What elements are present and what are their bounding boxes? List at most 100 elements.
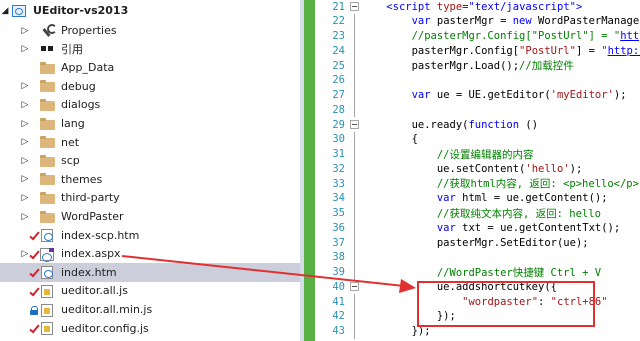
- code-line[interactable]: 33 //获取html内容, 返回: <p>hello</p>: [315, 176, 640, 191]
- tree-item[interactable]: ueditor.all.min.js: [0, 300, 300, 319]
- collapse-region-icon[interactable]: [349, 117, 361, 132]
- code-token: ue.setContent(: [361, 162, 526, 175]
- code-line[interactable]: 32 ue.setContent('hello');: [315, 161, 640, 177]
- code-line[interactable]: 39 //WordPaster快捷键 Ctrl + V: [315, 264, 640, 280]
- expand-arrow-icon[interactable]: ▷: [20, 156, 30, 166]
- tree-item[interactable]: ueditor.parse.js: [0, 337, 300, 341]
- tree-item[interactable]: ▷ WordPaster: [0, 207, 300, 226]
- folder-icon: [40, 117, 56, 131]
- fold-guide: [349, 264, 361, 280]
- tree-item-label: dialogs: [61, 98, 101, 112]
- tree-item[interactable]: ▷ debug: [0, 77, 300, 96]
- expand-arrow-icon[interactable]: ▷: [20, 100, 30, 110]
- code-token: pasterMgr.Config[: [361, 44, 520, 57]
- tree-item[interactable]: ▷ index.aspx: [0, 244, 300, 263]
- expand-arrow-icon[interactable]: ▷: [20, 119, 30, 129]
- folder-icon: [40, 154, 56, 168]
- line-number: 24: [332, 44, 345, 57]
- code-line[interactable]: 25 pasterMgr.Load();//加载控件: [315, 58, 640, 73]
- expand-arrow-icon[interactable]: ▷: [20, 26, 30, 36]
- line-number: 42: [332, 310, 345, 323]
- fold-guide: [349, 308, 361, 324]
- tree-item[interactable]: App_Data: [0, 58, 300, 77]
- tree-item[interactable]: ▷ lang: [0, 114, 300, 133]
- expand-arrow-icon[interactable]: ▷: [20, 193, 30, 203]
- tree-item[interactable]: index.htm: [0, 262, 300, 282]
- expand-arrow-icon[interactable]: ▷: [20, 212, 30, 222]
- tree-item[interactable]: index-scp.htm: [0, 226, 300, 245]
- tree-item[interactable]: ▷ scp: [0, 151, 300, 170]
- code-line[interactable]: 29 ue.ready(function (): [315, 117, 640, 132]
- code-token: http://lo: [607, 44, 640, 57]
- expand-arrow-icon[interactable]: ▷: [20, 44, 30, 54]
- expand-arrow-icon[interactable]: ▷: [20, 137, 30, 147]
- code-line[interactable]: 21 <script type="text/javascript">: [315, 0, 640, 14]
- tree-item-label: index.htm: [61, 265, 117, 279]
- tree-item-label: WordPaster: [61, 210, 124, 223]
- collapse-region-icon[interactable]: [349, 0, 361, 14]
- pending-change-check-icon: [30, 248, 39, 260]
- project-label: UEditor-vs2013: [33, 4, 129, 17]
- code-line[interactable]: 22 var pasterMgr = new WordPasterManager…: [315, 13, 640, 29]
- tree-item-label: third-party: [61, 191, 120, 205]
- tree-item[interactable]: ueditor.config.js: [0, 319, 300, 338]
- line-number: 33: [332, 177, 345, 190]
- code-line[interactable]: 30 {: [315, 131, 640, 147]
- code-token: var: [436, 192, 456, 205]
- expand-arrow-icon[interactable]: ▷: [20, 249, 30, 259]
- code-line[interactable]: 24 pasterMgr.Config["PostUrl"] = "http:/…: [315, 43, 640, 59]
- code-line[interactable]: 37 pasterMgr.SetEditor(ue);: [315, 235, 640, 250]
- tree-item[interactable]: ▷ third-party: [0, 188, 300, 207]
- code-line[interactable]: 23 //pasterMgr.Config["PostUrl"] = "http…: [315, 28, 640, 44]
- fold-guide: [349, 72, 361, 88]
- code-token: new: [512, 15, 532, 28]
- code-text: ue.ready(function (): [361, 119, 538, 131]
- fold-guide: [349, 102, 361, 118]
- tree-item[interactable]: ueditor.all.js: [0, 281, 300, 300]
- code-line[interactable]: 36 var txt = ue.getContentTxt();: [315, 220, 640, 236]
- code-line[interactable]: 38: [315, 249, 640, 265]
- line-number: 29: [332, 118, 345, 131]
- line-number: 28: [332, 103, 345, 116]
- tree-item[interactable]: ▷ themes: [0, 170, 300, 189]
- tree-item[interactable]: ▷ dialogs: [0, 95, 300, 114]
- code-token: txt = ue.getContentTxt();: [455, 221, 621, 234]
- code-line[interactable]: 35 //获取纯文本内容, 返回: hello: [315, 205, 640, 221]
- project-node[interactable]: ◢ UEditor-vs2013: [0, 1, 300, 20]
- fold-guide: [349, 131, 361, 147]
- code-token: var: [411, 89, 431, 101]
- line-number: 39: [332, 266, 345, 278]
- code-token: pasterMgr =: [430, 15, 513, 28]
- code-line[interactable]: 27 var ue = UE.getEditor('myEditor');: [315, 87, 640, 103]
- html-file-icon: [40, 265, 56, 280]
- code-text: {: [361, 133, 418, 145]
- folder-icon: [40, 172, 56, 186]
- code-line[interactable]: 34 var html = ue.getContent();: [315, 190, 640, 206]
- code-text: var ue = UE.getEditor('myEditor');: [361, 89, 627, 101]
- collapse-region-icon[interactable]: [349, 279, 361, 294]
- code-text: var pasterMgr = new WordPasterManager();: [361, 15, 640, 27]
- expand-arrow-icon[interactable]: ▷: [20, 81, 30, 91]
- pending-change-check-icon: [30, 229, 39, 241]
- tree-item-label: debug: [61, 79, 96, 93]
- expand-arrow-icon[interactable]: ▷: [20, 174, 30, 184]
- code-line[interactable]: 26: [315, 72, 640, 88]
- tree-item-label: ueditor.all.js: [61, 284, 128, 298]
- code-line[interactable]: 28: [315, 102, 640, 118]
- collapse-arrow-icon[interactable]: ◢: [0, 6, 10, 16]
- tree-item[interactable]: ▷ Properties: [0, 21, 300, 40]
- code-line[interactable]: 31 //设置编辑器的内容: [315, 146, 640, 162]
- tree-item[interactable]: ▷ net: [0, 133, 300, 152]
- code-token: ue.ready(: [361, 118, 469, 131]
- tree-item[interactable]: ▷ 引用: [0, 40, 300, 59]
- line-number: 25: [332, 59, 345, 72]
- line-number: 23: [332, 30, 345, 42]
- code-token: type: [436, 0, 463, 13]
- line-number: 40: [332, 280, 345, 293]
- code-token: 'myEditor': [550, 89, 614, 101]
